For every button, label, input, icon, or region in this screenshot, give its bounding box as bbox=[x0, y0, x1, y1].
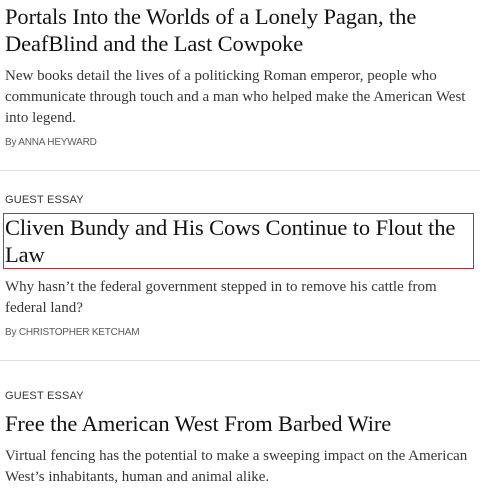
article-summary: Why hasn’t the federal government steppe… bbox=[5, 279, 437, 316]
divider bbox=[0, 360, 480, 361]
article-byline: By CHRISTOPHER KETCHAM bbox=[5, 327, 140, 338]
article-summary: New books detail the lives of a politick… bbox=[5, 68, 466, 126]
article-kicker: GUEST ESSAY bbox=[5, 390, 84, 402]
article-kicker: GUEST ESSAY bbox=[5, 194, 84, 206]
divider bbox=[0, 170, 480, 171]
article-headline-link[interactable]: Cliven Bundy and His Cows Continue to Fl… bbox=[3, 213, 474, 269]
article-byline: By ANNA HEYWARD bbox=[5, 137, 97, 148]
article-card: GUEST ESSAY Cliven Bundy and His Cows Co… bbox=[3, 193, 480, 338]
article-headline-link[interactable]: Portals Into the Worlds of a Lonely Paga… bbox=[5, 3, 480, 57]
article-card: Portals Into the Worlds of a Lonely Paga… bbox=[5, 3, 480, 148]
article-summary: Virtual fencing has the potential to mak… bbox=[5, 448, 468, 485]
article-headline-link[interactable]: Free the American West From Barbed Wire bbox=[5, 410, 480, 437]
article-card: GUEST ESSAY Free the American West From … bbox=[5, 389, 480, 488]
